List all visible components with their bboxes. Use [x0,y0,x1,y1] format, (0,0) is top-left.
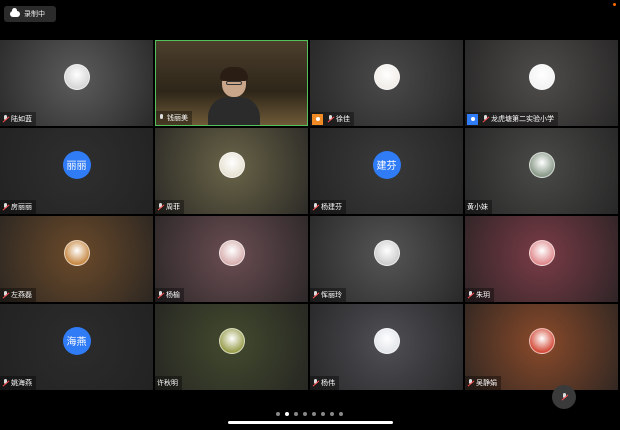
participant-name: 杨建芬 [321,203,342,211]
participant-label: 左燕磊 [0,288,36,302]
mic-off-icon [157,202,164,212]
participant-tile[interactable]: 海燕姚海燕 [0,304,153,390]
recording-label: 录制中 [24,10,45,18]
avatar [373,327,400,354]
participant-tile[interactable]: 吴静娟 [465,304,618,390]
mic-off-icon [2,202,9,212]
page-dot[interactable] [312,412,316,416]
avatar [63,239,90,266]
mic-off-icon [2,290,9,300]
page-indicator[interactable] [276,412,343,416]
participant-label: 杨榆 [155,288,184,302]
participant-label: 钱丽美 [156,111,192,125]
participant-name: 姚海燕 [11,379,32,387]
participant-label: 杨伟 [310,376,339,390]
avatar [528,239,555,266]
participant-tile[interactable]: 徐佳 [310,40,463,126]
participant-label: 徐佳 [310,112,354,126]
avatar [218,151,245,178]
participant-tile[interactable]: 杨伟 [310,304,463,390]
host-badge-icon [312,113,323,125]
text-avatar: 海燕 [62,326,91,355]
participant-name: 杨伟 [321,379,335,387]
mic-off-icon [467,378,474,388]
cohost-badge-icon [467,113,478,125]
participant-tile[interactable]: 黄小妹 [465,128,618,214]
avatar [218,239,245,266]
cloud-icon [10,8,20,17]
participant-tile[interactable]: 杨榆 [155,216,308,302]
participant-name: 吴静娟 [476,379,497,387]
page-dot[interactable] [276,412,280,416]
avatar [528,327,555,354]
participant-name: 许秋明 [157,379,178,387]
participant-label: 许秋明 [155,376,182,390]
avatar [218,327,245,354]
page-dot[interactable] [294,412,298,416]
participant-name: 恽丽玲 [321,291,342,299]
avatar [528,63,555,90]
participant-tile[interactable]: 朱玥 [465,216,618,302]
participant-label: 朱玥 [465,288,494,302]
mic-icon [158,113,165,123]
page-dot[interactable] [339,412,343,416]
participant-name: 朱玥 [476,291,490,299]
mic-off-icon [327,114,334,124]
mic-off-icon [467,290,474,300]
avatar [528,151,555,178]
participant-label: 周菲 [155,200,184,214]
recording-indicator[interactable]: 录制中 [4,6,56,22]
avatar [63,63,90,90]
participant-label: 黄小妹 [465,200,492,214]
page-dot[interactable] [285,412,289,416]
page-dot[interactable] [330,412,334,416]
mic-off-icon [312,202,319,212]
participant-name: 杨榆 [166,291,180,299]
participant-tile[interactable]: 建芬杨建芬 [310,128,463,214]
video-feed [208,67,260,125]
participant-tile[interactable]: 左燕磊 [0,216,153,302]
participant-label: 龙虎塘第二实验小学 [465,112,558,126]
page-dot[interactable] [321,412,325,416]
participant-tile[interactable]: 许秋明 [155,304,308,390]
mic-off-icon [561,392,568,402]
text-avatar: 建芬 [372,150,401,179]
participant-tile[interactable]: 龙虎塘第二实验小学 [465,40,618,126]
mic-off-icon [312,378,319,388]
participant-label: 杨建芬 [310,200,346,214]
participant-label: 恽丽玲 [310,288,346,302]
participant-name: 钱丽美 [167,114,188,122]
mic-off-icon [2,378,9,388]
participant-label: 姚海燕 [0,376,36,390]
mic-off-icon [2,114,9,124]
avatar [373,63,400,90]
participant-name: 徐佳 [336,115,350,123]
participant-tile[interactable]: 钱丽美 [155,40,308,126]
participant-name: 陆如蓝 [11,115,32,123]
participant-label: 房丽丽 [0,200,36,214]
participant-tile[interactable]: 丽丽房丽丽 [0,128,153,214]
participant-label: 吴静娟 [465,376,501,390]
avatar [373,239,400,266]
mic-off-icon [157,290,164,300]
mic-off-icon [312,290,319,300]
floating-mic-button[interactable] [552,385,576,409]
participant-tile[interactable]: 周菲 [155,128,308,214]
home-indicator[interactable] [228,421,393,424]
participant-name: 左燕磊 [11,291,32,299]
participant-name: 周菲 [166,203,180,211]
participant-name: 龙虎塘第二实验小学 [491,115,554,123]
participant-name: 黄小妹 [467,203,488,211]
recording-status-dot [613,3,616,6]
participant-tile[interactable]: 恽丽玲 [310,216,463,302]
participant-grid: 陆如蓝 钱丽美 徐佳 龙虎塘第二实验小学 丽丽 房丽丽 周菲 建芬 杨建芬 黄小妹 左燕磊 杨榆 恽丽玲… [0,40,620,390]
page-dot[interactable] [303,412,307,416]
participant-name: 房丽丽 [11,203,32,211]
participant-tile[interactable]: 陆如蓝 [0,40,153,126]
participant-label: 陆如蓝 [0,112,36,126]
mic-off-icon [482,114,489,124]
text-avatar: 丽丽 [62,150,91,179]
